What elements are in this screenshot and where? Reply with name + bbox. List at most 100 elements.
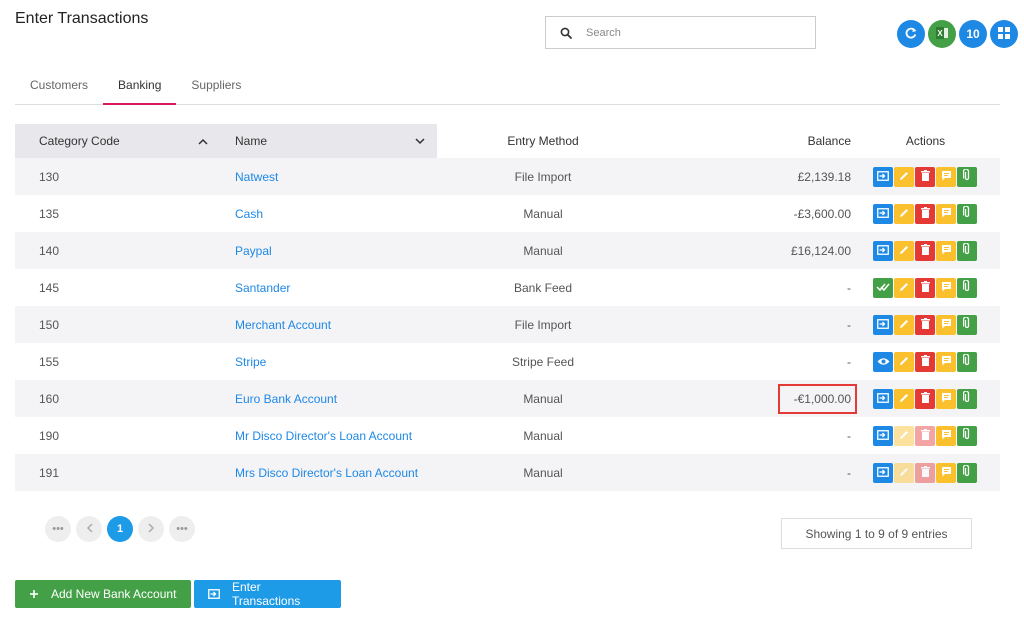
import-action-button[interactable]	[873, 203, 893, 224]
next-page-button[interactable]	[138, 516, 164, 542]
import-icon	[877, 392, 889, 406]
attachments-button[interactable]	[957, 351, 977, 372]
notes-button[interactable]	[936, 388, 956, 409]
pencil-icon	[899, 170, 909, 184]
import-action-button[interactable]	[873, 462, 893, 483]
eye-action-button[interactable]	[873, 351, 893, 372]
delete-button[interactable]	[915, 462, 935, 483]
last-page-button[interactable]: •••	[169, 516, 195, 542]
column-header-name[interactable]: Name	[220, 124, 437, 158]
enter-transactions-button[interactable]: Enter Transactions	[194, 580, 341, 608]
row-actions	[873, 166, 978, 187]
table-row: 150 Merchant Account File Import -	[15, 306, 1000, 343]
attachments-button[interactable]	[957, 425, 977, 446]
account-name-link[interactable]: Cash	[235, 207, 263, 221]
delete-button[interactable]	[915, 351, 935, 372]
notes-button[interactable]	[936, 240, 956, 261]
chevron-up-icon	[198, 134, 208, 148]
column-header-entry-method[interactable]: Entry Method	[437, 124, 649, 158]
column-header-balance[interactable]: Balance	[649, 124, 851, 158]
category-code: 135	[15, 195, 220, 232]
account-name-link[interactable]: Mrs Disco Director's Loan Account	[235, 466, 418, 480]
comment-icon	[941, 392, 952, 406]
edit-button[interactable]	[894, 277, 914, 298]
tab-suppliers[interactable]: Suppliers	[176, 68, 256, 105]
attachments-button[interactable]	[957, 240, 977, 261]
account-name-link[interactable]: Stripe	[235, 355, 266, 369]
delete-button[interactable]	[915, 425, 935, 446]
delete-button[interactable]	[915, 314, 935, 335]
import-action-button[interactable]	[873, 314, 893, 335]
tab-banking[interactable]: Banking	[103, 68, 177, 105]
notes-button[interactable]	[936, 425, 956, 446]
notes-button[interactable]	[936, 351, 956, 372]
account-name-link[interactable]: Merchant Account	[235, 318, 331, 332]
edit-button[interactable]	[894, 425, 914, 446]
edit-button[interactable]	[894, 314, 914, 335]
trash-icon	[920, 280, 930, 295]
paperclip-icon	[962, 242, 971, 258]
add-bank-account-button[interactable]: Add New Bank Account	[15, 580, 191, 608]
edit-button[interactable]	[894, 203, 914, 224]
delete-button[interactable]	[915, 203, 935, 224]
attachments-button[interactable]	[957, 277, 977, 298]
import-action-button[interactable]	[873, 388, 893, 409]
edit-button[interactable]	[894, 462, 914, 483]
delete-button[interactable]	[915, 166, 935, 187]
notes-button[interactable]	[936, 462, 956, 483]
table-row: 135 Cash Manual -£3,600.00	[15, 195, 1000, 232]
delete-button[interactable]	[915, 240, 935, 261]
edit-button[interactable]	[894, 240, 914, 261]
plus-icon	[29, 589, 39, 599]
page-title: Enter Transactions	[15, 10, 149, 27]
import-action-button[interactable]	[873, 166, 893, 187]
attachments-button[interactable]	[957, 203, 977, 224]
column-header-code[interactable]: Category Code	[15, 124, 220, 158]
import-action-button[interactable]	[873, 425, 893, 446]
row-actions	[873, 240, 978, 261]
paperclip-icon	[962, 316, 971, 332]
paperclip-icon	[962, 427, 971, 443]
page-button-1[interactable]: 1	[107, 516, 133, 542]
attachments-button[interactable]	[957, 462, 977, 483]
notes-button[interactable]	[936, 314, 956, 335]
category-code: 130	[15, 158, 220, 195]
refresh-button[interactable]	[897, 20, 925, 48]
account-name-link[interactable]: Santander	[235, 281, 290, 295]
balance-value: -	[847, 465, 851, 480]
tab-customers[interactable]: Customers	[15, 68, 103, 105]
page-size-button[interactable]: 10	[959, 20, 987, 48]
table-row: 191 Mrs Disco Director's Loan Account Ma…	[15, 454, 1000, 491]
notes-button[interactable]	[936, 203, 956, 224]
account-name-link[interactable]: Euro Bank Account	[235, 392, 337, 406]
chevron-right-icon	[147, 522, 155, 536]
attachments-button[interactable]	[957, 314, 977, 335]
attachments-button[interactable]	[957, 166, 977, 187]
excel-export-button[interactable]: X	[928, 20, 956, 48]
account-name-link[interactable]: Mr Disco Director's Loan Account	[235, 429, 412, 443]
balance-value: £2,139.18	[797, 169, 851, 184]
import-action-button[interactable]	[873, 240, 893, 261]
edit-button[interactable]	[894, 388, 914, 409]
comment-icon	[941, 244, 952, 258]
comment-icon	[941, 466, 952, 480]
edit-button[interactable]	[894, 166, 914, 187]
bank-accounts-table: Category Code Name Entry Method Balance …	[15, 124, 1000, 491]
notes-button[interactable]	[936, 166, 956, 187]
notes-button[interactable]	[936, 277, 956, 298]
balance-value: -£3,600.00	[793, 206, 851, 221]
delete-button[interactable]	[915, 277, 935, 298]
account-name-link[interactable]: Natwest	[235, 170, 278, 184]
attachments-button[interactable]	[957, 388, 977, 409]
delete-button[interactable]	[915, 388, 935, 409]
first-page-button[interactable]: •••	[45, 516, 71, 542]
import-icon	[208, 589, 220, 599]
account-name-link[interactable]: Paypal	[235, 244, 272, 258]
prev-page-button[interactable]	[76, 516, 102, 542]
check-action-button[interactable]	[873, 277, 893, 298]
columns-button[interactable]	[990, 20, 1018, 48]
search-input[interactable]	[586, 26, 806, 39]
entry-method: Manual	[437, 195, 649, 232]
search-box[interactable]	[545, 16, 816, 49]
edit-button[interactable]	[894, 351, 914, 372]
